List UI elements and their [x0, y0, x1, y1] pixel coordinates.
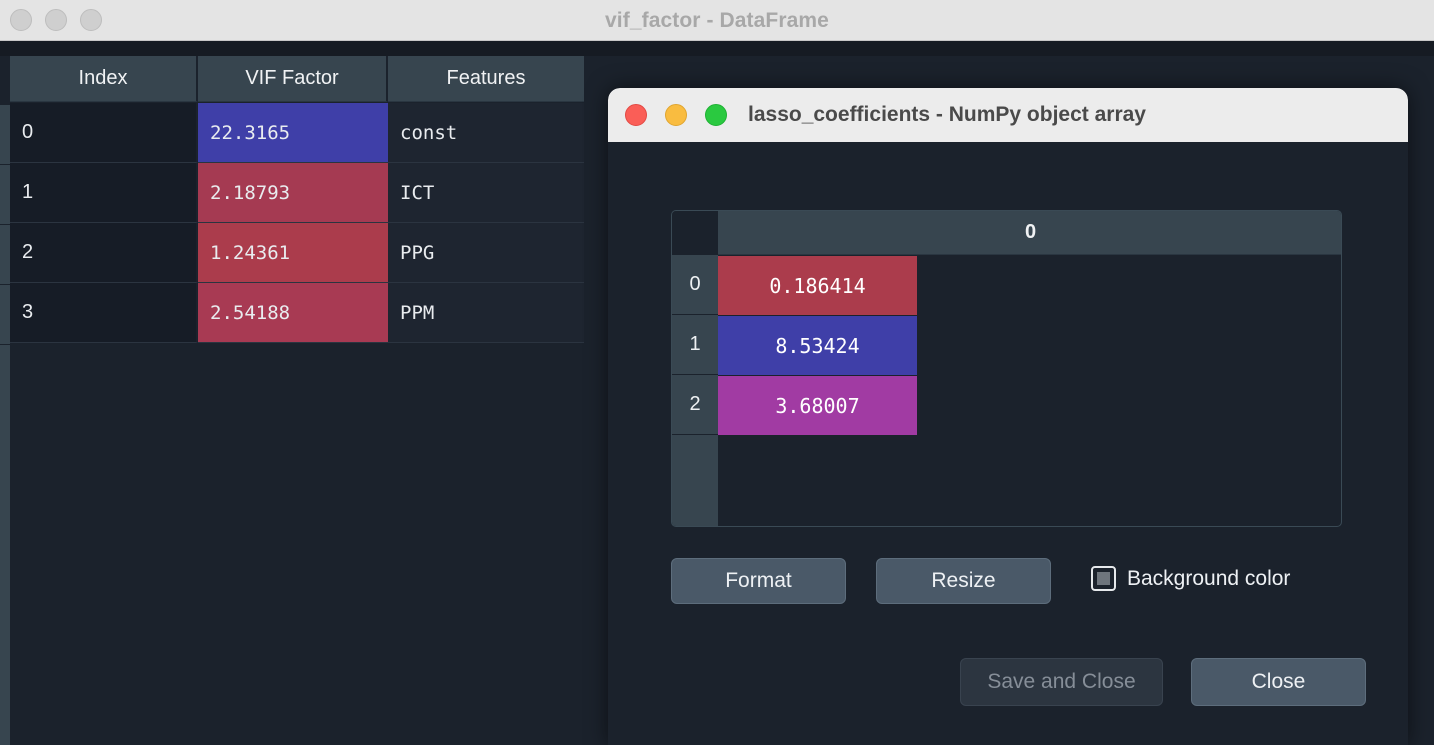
array-empty-space — [917, 376, 1341, 436]
dialog-title: lasso_coefficients - NumPy object array — [748, 103, 1146, 126]
cell-vif-factor[interactable]: 2.18793 — [198, 163, 388, 223]
array-row[interactable]: 0.186414 — [718, 256, 1341, 316]
resize-button[interactable]: Resize — [876, 558, 1051, 604]
gutter-corner — [0, 56, 10, 105]
dialog-traffic-lights — [625, 104, 727, 126]
cell-vif-factor[interactable]: 22.3165 — [198, 103, 388, 163]
numpy-array-dialog: lasso_coefficients - NumPy object array … — [608, 88, 1408, 745]
gutter-cell[interactable] — [0, 285, 10, 345]
table-row[interactable]: 1 2.18793 ICT — [10, 163, 584, 223]
array-cell[interactable]: 3.68007 — [718, 376, 917, 436]
column-header-features[interactable]: Features — [388, 56, 584, 102]
close-button[interactable]: Close — [1191, 658, 1366, 706]
cell-features[interactable]: const — [388, 103, 584, 163]
column-divider — [588, 56, 590, 745]
close-icon[interactable] — [625, 104, 647, 126]
cell-features[interactable]: ICT — [388, 163, 584, 223]
table-row[interactable]: 0 22.3165 const — [10, 103, 584, 163]
cell-index[interactable]: 1 — [10, 163, 198, 223]
checkbox-icon[interactable] — [1091, 566, 1116, 591]
numpy-array-grid: 0 1 2 0 0.186414 8.53424 3.68007 — [671, 210, 1342, 527]
background-color-checkbox[interactable]: Background color — [1091, 566, 1290, 591]
array-row-index[interactable]: 2 — [672, 375, 718, 435]
array-row-gutter: 0 1 2 — [672, 211, 718, 526]
table-row[interactable]: 3 2.54188 PPM — [10, 283, 584, 343]
array-row-index[interactable]: 1 — [672, 315, 718, 375]
array-row-index[interactable]: 0 — [672, 255, 718, 315]
array-cell[interactable]: 8.53424 — [718, 316, 917, 376]
array-row[interactable]: 3.68007 — [718, 376, 1341, 436]
array-column-header[interactable]: 0 — [718, 211, 1341, 255]
gutter-cell[interactable] — [0, 165, 10, 225]
cell-vif-factor[interactable]: 2.54188 — [198, 283, 388, 343]
checkbox-fill-icon — [1097, 572, 1110, 585]
save-and-close-button[interactable]: Save and Close — [960, 658, 1163, 706]
format-button[interactable]: Format — [671, 558, 846, 604]
zoom-icon[interactable] — [705, 104, 727, 126]
table-row[interactable]: 2 1.24361 PPG — [10, 223, 584, 283]
dataframe-body: 0 22.3165 const 1 2.18793 ICT 2 1.24361 … — [10, 103, 584, 343]
dialog-titlebar: lasso_coefficients - NumPy object array — [608, 88, 1408, 142]
cell-vif-factor[interactable]: 1.24361 — [198, 223, 388, 283]
gutter-cell[interactable] — [0, 225, 10, 285]
main-window-title: vif_factor - DataFrame — [605, 9, 829, 32]
array-cell[interactable]: 0.186414 — [718, 256, 917, 316]
cell-features[interactable]: PPM — [388, 283, 584, 343]
array-gutter-corner — [672, 211, 718, 255]
array-body: 0.186414 8.53424 3.68007 — [718, 256, 1341, 436]
cell-index[interactable]: 3 — [10, 283, 198, 343]
array-row[interactable]: 8.53424 — [718, 316, 1341, 376]
minimize-icon[interactable] — [665, 104, 687, 126]
main-window-titlebar: vif_factor - DataFrame — [0, 0, 1434, 41]
array-empty-space — [917, 316, 1341, 376]
background-color-label: Background color — [1127, 566, 1291, 590]
column-header-index[interactable]: Index — [10, 56, 198, 102]
dataframe-row-gutter — [0, 56, 10, 745]
dataframe-header-row: Index VIF Factor Features — [10, 56, 584, 102]
array-empty-space — [917, 256, 1341, 316]
titlebar-separator — [0, 41, 1434, 56]
cell-features[interactable]: PPG — [388, 223, 584, 283]
column-header-vif-factor[interactable]: VIF Factor — [198, 56, 388, 102]
gutter-cell[interactable] — [0, 105, 10, 165]
cell-index[interactable]: 0 — [10, 103, 198, 163]
cell-index[interactable]: 2 — [10, 223, 198, 283]
